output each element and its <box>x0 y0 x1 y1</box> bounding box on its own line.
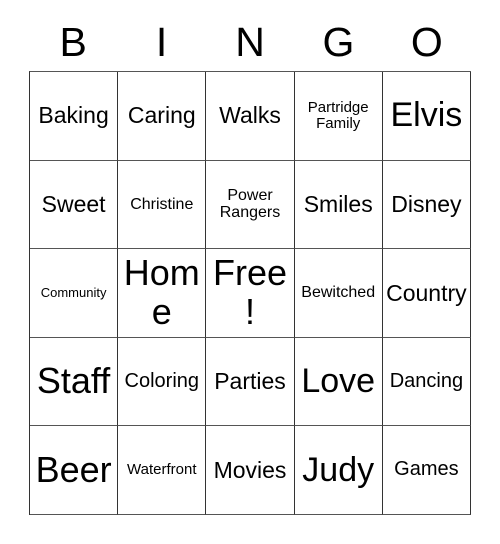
bingo-cell-label: Power Rangers <box>219 187 281 222</box>
header-letter-b: B <box>59 19 87 65</box>
bingo-cell-label: Walks <box>219 102 281 129</box>
bingo-cell-label: Smiles <box>303 190 373 217</box>
bingo-cell[interactable]: Smiles <box>294 160 383 250</box>
bingo-cell-label: Coloring <box>124 369 200 392</box>
bingo-cell[interactable]: Movies <box>206 426 295 515</box>
bingo-cell[interactable]: Dancing <box>382 337 471 427</box>
bingo-cell-label: Beer <box>35 448 112 490</box>
bingo-cell-label: Baking <box>38 102 109 129</box>
bingo-cell[interactable]: Walks <box>206 72 295 161</box>
bingo-cell[interactable]: Power Rangers <box>206 160 295 250</box>
header-letter-g: G <box>322 19 355 65</box>
bingo-cell-free[interactable]: Free! <box>206 249 295 338</box>
bingo-cell-label: Home <box>123 252 200 332</box>
bingo-cell[interactable]: Caring <box>118 72 207 161</box>
bingo-cell[interactable]: Christine <box>118 160 207 250</box>
bingo-cell[interactable]: Elvis <box>382 72 471 161</box>
bingo-cell-label: Disney <box>391 190 462 217</box>
bingo-cell[interactable]: Disney <box>382 160 471 250</box>
bingo-cell[interactable]: Home <box>118 249 207 338</box>
bingo-cell-label: Partridge Family <box>307 98 369 132</box>
bingo-cell-label: Sweet <box>41 190 106 217</box>
bingo-cell-label: Country <box>386 279 467 306</box>
bingo-cell[interactable]: Beer <box>30 426 119 515</box>
bingo-cell-label: Waterfront <box>127 461 197 479</box>
bingo-cell[interactable]: Parties <box>206 337 295 427</box>
bingo-header: B I N G O <box>29 14 471 71</box>
bingo-cell[interactable]: Games <box>382 426 471 515</box>
header-letter-o: O <box>410 19 443 65</box>
bingo-cell-label: Love <box>301 362 376 401</box>
header-letter-n: N <box>235 19 265 65</box>
bingo-card: B I N G O Baking Caring Walks Partridge … <box>0 0 500 544</box>
bingo-cell-label: Staff <box>36 360 111 402</box>
bingo-cell-label: Dancing <box>389 369 464 392</box>
bingo-cell[interactable]: Sweet <box>30 160 119 250</box>
bingo-cell-label: Christine <box>130 195 194 213</box>
bingo-cell[interactable]: Bewitched <box>294 249 383 338</box>
bingo-cell-label: Bewitched <box>301 284 376 302</box>
bingo-grid: Baking Caring Walks Partridge Family Elv… <box>29 71 471 515</box>
bingo-cell-label: Judy <box>302 450 375 489</box>
bingo-cell[interactable]: Staff <box>30 337 119 427</box>
bingo-cell[interactable]: Country <box>382 249 471 338</box>
bingo-cell-label: Caring <box>127 102 196 129</box>
bingo-cell-label: Community <box>40 284 107 300</box>
bingo-cell-label: Free! <box>212 252 287 332</box>
bingo-cell[interactable]: Baking <box>30 72 119 161</box>
bingo-cell-label: Elvis <box>390 96 463 135</box>
bingo-cell[interactable]: Community <box>30 249 119 338</box>
bingo-cell[interactable]: Coloring <box>118 337 207 427</box>
bingo-cell-label: Parties <box>214 368 286 395</box>
bingo-cell[interactable]: Judy <box>294 426 383 515</box>
bingo-cell-label: Movies <box>213 456 287 483</box>
bingo-cell[interactable]: Waterfront <box>118 426 207 515</box>
header-letter-i: I <box>155 19 168 65</box>
bingo-cell-label: Games <box>394 458 459 481</box>
bingo-cell[interactable]: Partridge Family <box>294 72 383 161</box>
bingo-cell[interactable]: Love <box>294 337 383 427</box>
